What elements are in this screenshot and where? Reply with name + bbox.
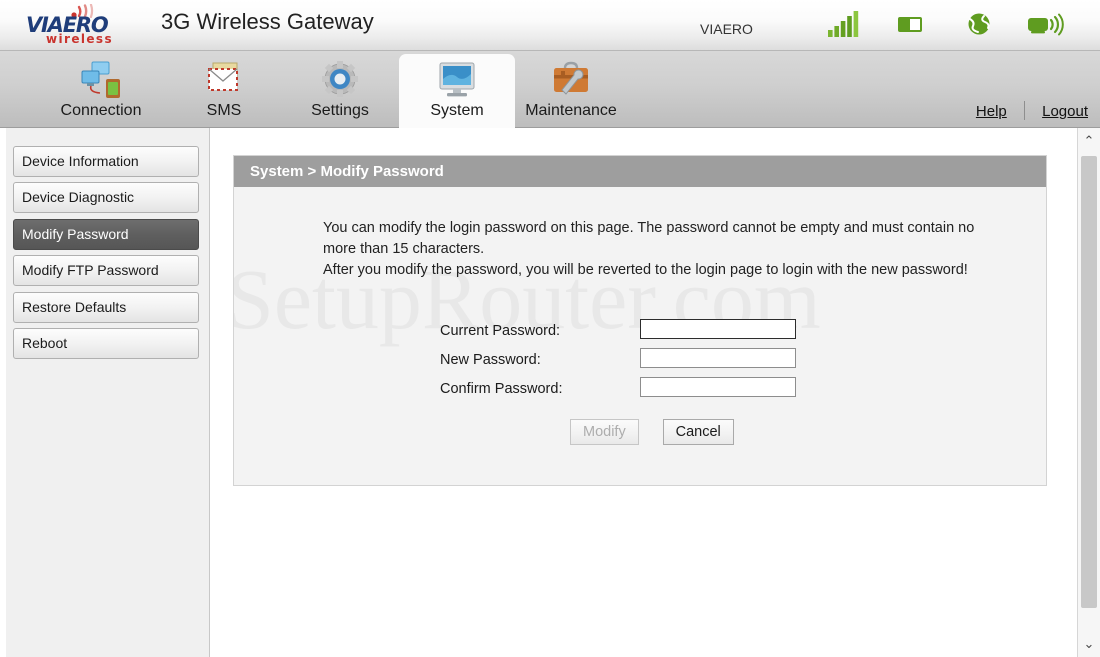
- carrier-name: VIAERO: [700, 21, 753, 37]
- tab-system[interactable]: System: [399, 54, 515, 128]
- modify-password-panel: System > Modify Password SetupRouter.com…: [233, 155, 1047, 486]
- tab-maintenance-label: Maintenance: [525, 102, 617, 119]
- sidebar-item-modify-password[interactable]: Modify Password: [13, 219, 199, 250]
- form-row-confirm-password: Confirm Password:: [234, 377, 1046, 406]
- globe-icon: [962, 10, 996, 38]
- password-form: Current Password: New Password: Confirm …: [234, 319, 1046, 406]
- page-body: Device Information Device Diagnostic Mod…: [0, 128, 1100, 657]
- left-edge-strip: [0, 128, 6, 657]
- sidebar: Device Information Device Diagnostic Mod…: [0, 128, 210, 657]
- form-row-new-password: New Password:: [234, 348, 1046, 377]
- cancel-button[interactable]: Cancel: [662, 419, 734, 445]
- tab-settings[interactable]: Settings: [282, 54, 398, 128]
- panel-body: SetupRouter.com You can modify the login…: [234, 187, 1046, 485]
- breadcrumb: System > Modify Password: [234, 156, 1046, 187]
- vertical-scrollbar[interactable]: ⌃ ⌄: [1077, 128, 1100, 657]
- tab-system-label: System: [430, 102, 484, 119]
- battery-icon: [894, 10, 928, 38]
- viaero-logo: VIAERO wireless: [26, 4, 148, 48]
- help-link[interactable]: Help: [976, 103, 1007, 120]
- tab-sms[interactable]: SMS: [166, 54, 282, 128]
- logo-tagline: wireless: [46, 32, 113, 46]
- status-icon-group: [826, 10, 1070, 40]
- settings-gear-icon: [317, 59, 363, 101]
- tab-connection-label: Connection: [60, 102, 142, 119]
- system-monitor-icon: [434, 59, 480, 101]
- signal-bars-icon: [826, 10, 860, 38]
- main-navigation: Connection SMS Settings System Maintenan…: [0, 51, 1100, 128]
- new-password-input[interactable]: [640, 348, 796, 368]
- description-text: You can modify the login password on thi…: [323, 218, 983, 281]
- sidebar-item-modify-ftp-password[interactable]: Modify FTP Password: [13, 255, 199, 286]
- current-password-label: Current Password:: [440, 323, 561, 339]
- sms-envelope-icon: [201, 59, 247, 101]
- sidebar-item-reboot[interactable]: Reboot: [13, 328, 199, 359]
- tab-sms-label: SMS: [206, 102, 242, 119]
- header-links: Help Logout: [976, 101, 1088, 120]
- confirm-password-input[interactable]: [640, 377, 796, 397]
- scroll-down-icon[interactable]: ⌄: [1078, 633, 1100, 655]
- description-line-1: You can modify the login password on thi…: [323, 220, 975, 257]
- description-line-2: After you modify the password, you will …: [323, 262, 968, 278]
- device-broadcast-icon: [1026, 10, 1064, 38]
- scroll-up-icon[interactable]: ⌃: [1078, 130, 1100, 152]
- content-area: System > Modify Password SetupRouter.com…: [210, 128, 1100, 657]
- maintenance-toolbox-icon: [548, 59, 594, 101]
- new-password-label: New Password:: [440, 352, 541, 368]
- sidebar-item-device-diagnostic[interactable]: Device Diagnostic: [13, 182, 199, 213]
- tab-connection[interactable]: Connection: [43, 54, 159, 128]
- sidebar-item-restore-defaults[interactable]: Restore Defaults: [13, 292, 199, 323]
- links-divider: [1023, 101, 1025, 120]
- app-header: VIAERO wireless 3G Wireless Gateway VIAE…: [0, 0, 1100, 51]
- modify-button[interactable]: Modify: [570, 419, 639, 445]
- scrollbar-thumb[interactable]: [1081, 156, 1097, 608]
- tab-maintenance[interactable]: Maintenance: [513, 54, 629, 128]
- form-row-current-password: Current Password:: [234, 319, 1046, 348]
- sidebar-item-device-information[interactable]: Device Information: [13, 146, 199, 177]
- confirm-password-label: Confirm Password:: [440, 381, 563, 397]
- current-password-input[interactable]: [640, 319, 796, 339]
- form-buttons: Modify Cancel: [570, 419, 734, 445]
- page-title: 3G Wireless Gateway: [161, 9, 374, 34]
- tab-settings-label: Settings: [311, 102, 369, 119]
- logout-link[interactable]: Logout: [1042, 103, 1088, 120]
- connection-icon: [78, 59, 124, 101]
